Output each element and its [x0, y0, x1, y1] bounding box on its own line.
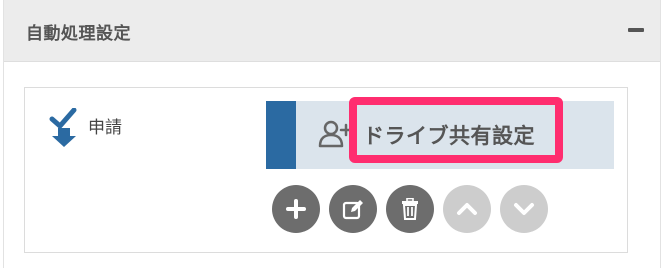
process-step: 申請 ドライブ共有設定	[24, 87, 628, 253]
check-arrow-down-icon	[49, 108, 77, 147]
move-down-button[interactable]	[500, 185, 548, 233]
plus-icon	[286, 199, 306, 219]
action-button-row	[272, 185, 548, 233]
auto-process-panel: 自動処理設定 申請 ドライブ共有設定	[3, 0, 661, 268]
trash-icon	[402, 198, 418, 220]
action-label: ドライブ共有設定	[363, 124, 535, 148]
panel-title: 自動処理設定	[26, 24, 131, 44]
chevron-down-icon	[514, 203, 534, 215]
action-card[interactable]: ドライブ共有設定	[266, 97, 614, 169]
panel-header: 自動処理設定	[4, 0, 660, 62]
edit-button[interactable]	[329, 185, 377, 233]
step-label: 申請	[88, 118, 122, 138]
edit-icon	[342, 200, 363, 220]
delete-button[interactable]	[386, 185, 434, 233]
add-button[interactable]	[272, 185, 320, 233]
move-up-button[interactable]	[443, 185, 491, 233]
chevron-up-icon	[457, 203, 477, 215]
minus-icon[interactable]	[628, 28, 644, 32]
